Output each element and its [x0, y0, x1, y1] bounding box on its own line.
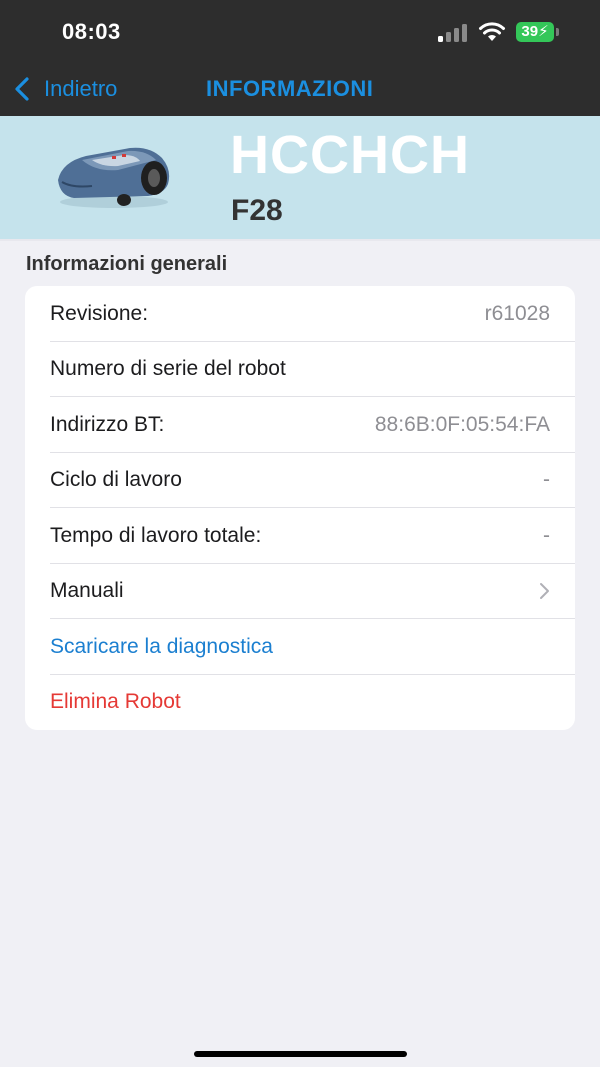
bt-address-label: Indirizzo BT:	[50, 412, 165, 436]
manuals-label: Manuali	[50, 579, 124, 603]
back-label: Indietro	[44, 76, 118, 101]
download-diagnostics-row[interactable]: Scaricare la diagnostica	[25, 619, 575, 675]
battery-level: 39⚡	[516, 22, 554, 42]
robot-name: HCCHCH	[230, 125, 470, 185]
chevron-left-icon	[15, 77, 29, 101]
battery-icon: 39⚡	[516, 22, 559, 42]
total-work-time-value: -	[543, 523, 550, 547]
chevron-right-icon	[540, 583, 549, 600]
status-bar: 08:03 39⚡	[0, 0, 600, 62]
manuals-row[interactable]: Manuali	[25, 564, 575, 620]
bt-address-row: Indirizzo BT: 88:6B:0F:05:54:FA	[25, 397, 575, 453]
navigation-bar: Indietro INFORMAZIONI	[0, 62, 600, 116]
delete-robot-button[interactable]: Elimina Robot	[50, 690, 181, 714]
delete-robot-row[interactable]: Elimina Robot	[25, 675, 575, 731]
serial-number-label: Numero di serie del robot	[50, 357, 286, 381]
cellular-signal-icon	[438, 24, 468, 42]
work-cycle-label: Ciclo di lavoro	[50, 468, 182, 492]
robot-lawnmower-icon	[58, 147, 170, 208]
work-cycle-value: -	[543, 468, 550, 492]
serial-number-row: Numero di serie del robot	[25, 342, 575, 398]
page-title: INFORMAZIONI	[206, 76, 374, 101]
revision-row: Revisione: r61028	[25, 286, 575, 342]
wifi-icon	[479, 22, 505, 41]
status-time: 08:03	[62, 19, 121, 44]
back-button[interactable]: Indietro	[12, 62, 117, 116]
revision-value: r61028	[484, 301, 550, 325]
download-diagnostics-link[interactable]: Scaricare la diagnostica	[50, 635, 273, 659]
home-indicator	[194, 1051, 407, 1057]
general-info-card: Revisione: r61028 Numero di serie del ro…	[25, 286, 575, 730]
work-cycle-row: Ciclo di lavoro -	[25, 453, 575, 509]
revision-label: Revisione:	[50, 301, 149, 325]
bt-address-value: 88:6B:0F:05:54:FA	[374, 412, 550, 436]
section-title: Informazioni generali	[26, 253, 228, 275]
total-work-time-label: Tempo di lavoro totale:	[50, 523, 262, 547]
robot-model: F28	[231, 194, 283, 227]
total-work-time-row: Tempo di lavoro totale: -	[25, 508, 575, 564]
divider	[0, 239, 600, 241]
robot-header: HCCHCH F28	[0, 116, 600, 239]
